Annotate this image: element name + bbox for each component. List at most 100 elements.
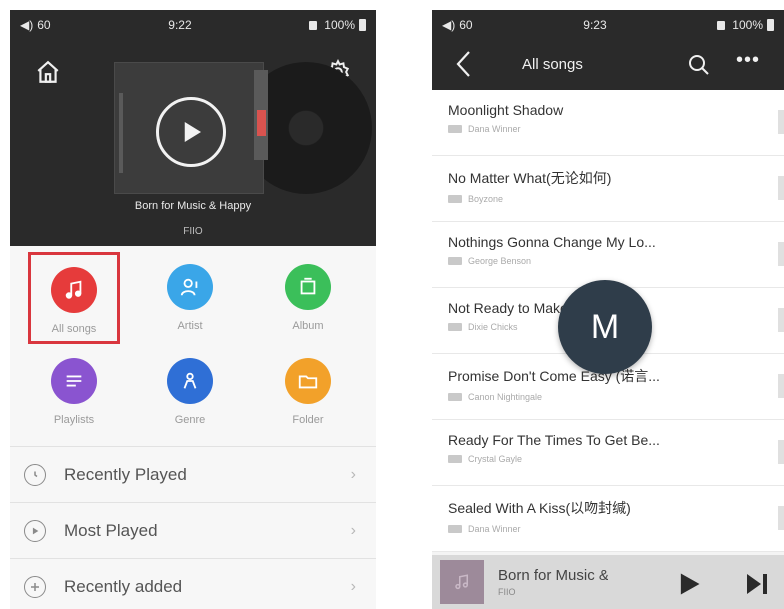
home-icon: [37, 60, 59, 83]
mini-player-title: Born for Music & Happy: [498, 567, 608, 584]
volume-icon: ◀): [20, 18, 34, 32]
more-dots-icon: •••: [736, 49, 761, 71]
category-playlists[interactable]: Playlists: [28, 346, 120, 438]
mini-album-art: [440, 560, 484, 604]
battery-icon: [359, 19, 366, 31]
volume-level: 60: [37, 18, 51, 32]
play-icon: [680, 573, 700, 595]
song-title: No Matter What(无论如何): [448, 170, 612, 186]
list-edge-marker: [778, 506, 784, 530]
search-button[interactable]: [684, 50, 714, 80]
list-edge-marker: [778, 242, 784, 266]
genre-icon: [167, 358, 213, 404]
home-button[interactable]: [30, 54, 66, 90]
row-label: Recently Played: [64, 464, 187, 484]
format-badge: [448, 455, 462, 463]
chevron-right-icon: ›: [350, 466, 356, 483]
category-album[interactable]: Album: [262, 252, 354, 344]
category-label: Playlists: [53, 414, 95, 426]
library-shortcuts: Recently Played › Most Played › Recently…: [10, 446, 376, 609]
clock: 9:22: [168, 18, 192, 32]
category-label: Genre: [174, 414, 206, 426]
song-title: Ready For The Times To Get Be...: [448, 432, 660, 448]
music-note-icon: [51, 267, 97, 313]
play-icon: [184, 122, 201, 142]
volume-icon: ◀): [442, 18, 456, 32]
mini-player[interactable]: Born for Music & Happy FIIO: [432, 555, 784, 609]
clock-icon: [24, 463, 46, 486]
volume-level: 60: [459, 18, 473, 32]
song-title: Sealed With A Kiss(以吻封缄): [448, 500, 631, 516]
recently-added-row[interactable]: Recently added ›: [10, 558, 376, 609]
category-label: Artist: [177, 320, 203, 332]
format-badge: [448, 525, 462, 533]
more-options-button[interactable]: •••: [736, 50, 766, 78]
song-artist: Dana Winner: [468, 524, 521, 534]
song-artist: Canon Nightingale: [468, 392, 543, 402]
now-playing-hero: ◀) 60 9:22 100% Born for Music & Happy F…: [10, 10, 376, 246]
chevron-right-icon: ›: [350, 578, 356, 595]
album-icon: [285, 264, 331, 310]
song-item[interactable]: Nothings Gonna Change My Lo... George Be…: [432, 222, 784, 288]
mini-player-format: FIIO: [498, 587, 516, 597]
song-item[interactable]: Moonlight Shadow Dana Winner: [432, 90, 784, 156]
recently-played-row[interactable]: Recently Played ›: [10, 446, 376, 502]
list-edge-marker: [778, 176, 784, 200]
song-title: Nothings Gonna Change My Lo...: [448, 234, 656, 250]
search-icon: [689, 55, 709, 75]
category-genre[interactable]: Genre: [144, 346, 236, 438]
song-title: Moonlight Shadow: [448, 102, 564, 118]
most-played-row[interactable]: Most Played ›: [10, 502, 376, 558]
back-button[interactable]: [450, 48, 478, 80]
artist-icon: [167, 264, 213, 310]
mini-play-button[interactable]: [674, 569, 704, 599]
now-playing-title: Born for Music & Happy: [134, 200, 252, 212]
folder-icon: [285, 358, 331, 404]
format-badge: [448, 125, 462, 133]
top-app-bar: ◀) 60 9:23 100% All songs •••: [432, 10, 784, 90]
record-label-stripe: [257, 110, 266, 136]
song-item[interactable]: Sealed With A Kiss(以吻封缄) Dana Winner: [432, 486, 784, 552]
format-badge: [448, 195, 462, 203]
battery-level: 100%: [324, 18, 355, 32]
song-item[interactable]: No Matter What(无论如何) Boyzone: [432, 156, 784, 222]
format-badge: [448, 257, 462, 265]
category-label: Album: [292, 320, 324, 332]
home-screen: ◀) 60 9:22 100% Born for Music & Happy F…: [10, 10, 376, 609]
status-bar: ◀) 60 9:23 100%: [432, 10, 784, 40]
battery-icon: [767, 19, 774, 31]
category-folder[interactable]: Folder: [262, 346, 354, 438]
battery-level: 100%: [732, 18, 763, 32]
chevron-right-icon: ›: [350, 522, 356, 539]
row-label: Most Played: [64, 520, 158, 540]
format-badge: [448, 323, 462, 331]
now-playing-format: FIIO: [183, 226, 203, 237]
all-songs-screen: ◀) 60 9:23 100% All songs ••• Moonlight …: [432, 10, 784, 609]
lock-icon: [717, 20, 726, 30]
song-item[interactable]: Ready For The Times To Get Be... Crystal…: [432, 420, 784, 486]
next-track-button[interactable]: [742, 571, 772, 597]
song-artist: Dixie Chicks: [468, 322, 518, 332]
category-artist[interactable]: Artist: [144, 252, 236, 344]
page-title: All songs: [522, 56, 583, 73]
category-label: Folder: [292, 414, 324, 426]
back-arrow-icon: [456, 51, 470, 77]
format-badge: [448, 393, 462, 401]
list-edge-marker: [778, 110, 784, 134]
song-artist: Boyzone: [468, 194, 504, 204]
plus-circle-icon: [24, 575, 46, 598]
category-grid: All songs Artist Album Playlists Genre F…: [10, 246, 376, 446]
list-edge-marker: [778, 440, 784, 464]
song-artist: Dana Winner: [468, 124, 521, 134]
lock-icon: [309, 20, 318, 30]
song-artist: Crystal Gayle: [468, 454, 523, 464]
category-all-songs[interactable]: All songs: [28, 252, 120, 344]
clock: 9:23: [583, 18, 607, 32]
song-artist: George Benson: [468, 256, 532, 266]
list-edge-marker: [778, 374, 784, 398]
alphabet-index-bubble: M: [558, 280, 652, 374]
play-button[interactable]: [156, 97, 226, 167]
music-note-icon: [455, 574, 468, 590]
play-circle-icon: [24, 519, 46, 542]
category-label: All songs: [51, 323, 97, 335]
